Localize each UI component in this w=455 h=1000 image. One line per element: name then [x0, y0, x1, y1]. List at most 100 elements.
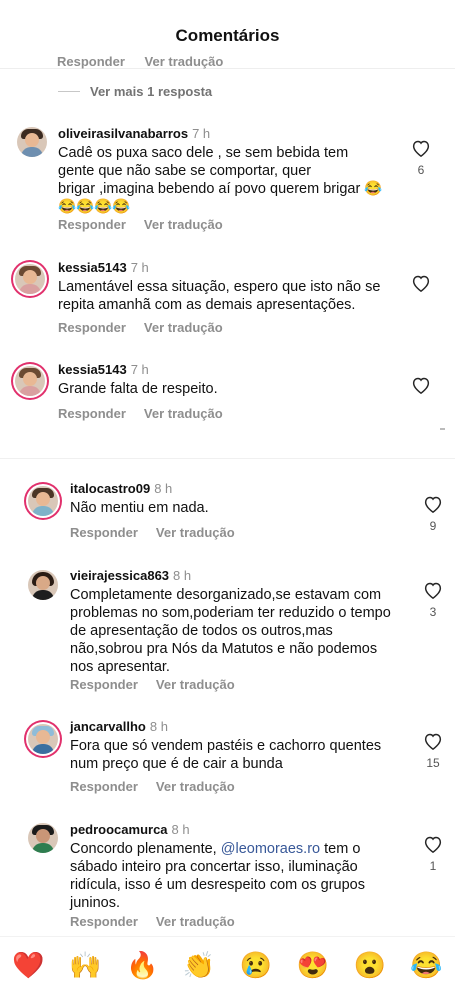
comment-actions: Responder Ver tradução: [70, 525, 253, 540]
heart-icon[interactable]: [411, 274, 431, 292]
comment-meta: kessia5143 7 h: [58, 362, 149, 377]
username[interactable]: oliveirasilvanabarros: [58, 126, 188, 141]
username[interactable]: jancarvallho: [70, 719, 146, 734]
avatar[interactable]: [28, 823, 58, 853]
comment-text: Concordo plenamente, @leomoraes.ro tem o…: [70, 840, 365, 912]
translate-button[interactable]: Ver tradução: [144, 320, 223, 335]
avatar-face: [36, 730, 50, 744]
comment-actions: Responder Ver tradução: [58, 406, 241, 421]
divider: [58, 91, 80, 92]
like-control: 6: [409, 139, 433, 177]
comment-text: Fora que só vendem pastéis e cachorro qu…: [70, 737, 381, 773]
comment-line: sábado inteiro pra concertar isso, ilumi…: [70, 859, 358, 875]
surprised-emoji-icon[interactable]: 😮: [354, 952, 386, 978]
page-title: Comentários: [175, 26, 280, 45]
comment-line: Não mentiu em nada.: [70, 500, 209, 516]
reply-button[interactable]: Responder: [70, 525, 138, 540]
avatar[interactable]: [15, 366, 45, 396]
comment-line: Completamente desorganizado,se estavam c…: [70, 587, 382, 603]
translate-button[interactable]: Ver tradução: [144, 217, 223, 232]
translate-button[interactable]: Ver tradução: [156, 677, 235, 692]
heart-emoji-icon[interactable]: ❤️: [12, 952, 44, 978]
translate-button[interactable]: Ver tradução: [156, 779, 235, 794]
reply-button[interactable]: Responder: [58, 320, 126, 335]
comment-text-suffix: tem o: [320, 841, 361, 857]
avatar[interactable]: [28, 486, 58, 516]
comment-actions: Responder Ver tradução: [70, 914, 253, 929]
heart-icon[interactable]: [411, 376, 431, 394]
raised-hands-emoji-icon[interactable]: 🙌: [69, 952, 101, 978]
fire-emoji-icon[interactable]: 🔥: [126, 952, 158, 978]
comment-line: ridícula, isso é um desrespeito com os g…: [70, 877, 365, 893]
reply-button[interactable]: Responder: [70, 914, 138, 929]
heart-eyes-emoji-icon[interactable]: 😍: [297, 952, 329, 978]
username[interactable]: pedroocamurca: [70, 822, 168, 837]
emoji-reaction-bar: ❤️ 🙌 🔥 👏 😢 😍 😮 😂: [0, 936, 455, 993]
like-control: [409, 376, 433, 394]
timestamp: 8 h: [149, 719, 168, 734]
top-cut-actions: Responder Ver tradução: [57, 54, 239, 69]
avatar[interactable]: [28, 570, 58, 600]
like-control: 3: [421, 581, 445, 619]
translate-button[interactable]: Ver tradução: [156, 914, 235, 929]
crying-emoji-icon[interactable]: 😢: [240, 952, 272, 978]
comment-actions: Responder Ver tradução: [70, 677, 253, 692]
avatar[interactable]: [15, 264, 45, 294]
avatar[interactable]: [28, 724, 58, 754]
comment-text: Completamente desorganizado,se estavam c…: [70, 586, 391, 676]
heart-icon[interactable]: [423, 581, 443, 599]
clapping-emoji-icon[interactable]: 👏: [183, 952, 215, 978]
view-more-replies[interactable]: Ver mais 1 resposta: [58, 84, 212, 99]
comment-meta: kessia5143 7 h: [58, 260, 149, 275]
scroll-indicator: [440, 428, 445, 430]
reply-button[interactable]: Responder: [70, 677, 138, 692]
comment-actions: Responder Ver tradução: [58, 320, 241, 335]
translate-button[interactable]: Ver tradução: [144, 406, 223, 421]
comment-meta: vieirajessica863 8 h: [70, 568, 191, 583]
comment-line: Lamentável essa situação, espero que ist…: [58, 279, 381, 295]
heart-icon[interactable]: [423, 835, 443, 853]
comment-line: problemas no som,poderiam ter reduzido o…: [70, 605, 391, 621]
comment-line: de apresentação de todos os outros,mas: [70, 623, 333, 639]
comment-line: Cadê os puxa saco dele , se sem bebida t…: [58, 145, 349, 161]
comment-text: Lamentável essa situação, espero que ist…: [58, 278, 380, 314]
laughing-emoji-icon[interactable]: 😂: [410, 952, 442, 978]
comment-line: Grande falta de respeito.: [58, 381, 218, 397]
comment-text: Grande falta de respeito.: [58, 380, 218, 398]
reply-button[interactable]: Responder: [70, 779, 138, 794]
comment-line: nos apresentar.: [70, 659, 170, 675]
timestamp: 7 h: [130, 362, 149, 377]
avatar[interactable]: [17, 127, 47, 157]
avatar-face: [36, 576, 50, 590]
reply-button[interactable]: Responder: [57, 54, 125, 69]
username[interactable]: vieirajessica863: [70, 568, 169, 583]
avatar-face: [23, 270, 37, 284]
user-mention-link[interactable]: @leomoraes.ro: [221, 841, 320, 857]
comment-meta: pedroocamurca 8 h: [70, 822, 190, 837]
avatar-body: [32, 744, 54, 754]
view-more-replies-label: Ver mais 1 resposta: [90, 84, 213, 99]
comment-line: 😂😂😂😂: [58, 199, 131, 215]
reply-button[interactable]: Responder: [58, 406, 126, 421]
avatar-face: [23, 372, 37, 386]
like-control: 9: [421, 495, 445, 533]
comment-meta: jancarvallho 8 h: [70, 719, 168, 734]
username[interactable]: kessia5143: [58, 260, 127, 275]
like-count: 15: [426, 756, 440, 770]
comment-actions: Responder Ver tradução: [70, 779, 253, 794]
avatar-body: [19, 386, 41, 396]
comment-line: não,sobrou pra Nós da Matutos e não pode…: [70, 641, 378, 657]
username[interactable]: kessia5143: [58, 362, 127, 377]
avatar-face: [36, 492, 50, 506]
username[interactable]: italocastro09: [70, 481, 150, 496]
heart-icon[interactable]: [423, 732, 443, 750]
like-control: 15: [421, 732, 445, 770]
translate-button[interactable]: Ver tradução: [156, 525, 235, 540]
heart-icon[interactable]: [423, 495, 443, 513]
timestamp: 8 h: [173, 568, 192, 583]
timestamp: 7 h: [130, 260, 149, 275]
avatar-face: [36, 829, 50, 843]
heart-icon[interactable]: [411, 139, 431, 157]
reply-button[interactable]: Responder: [58, 217, 126, 232]
translate-button[interactable]: Ver tradução: [145, 54, 224, 69]
